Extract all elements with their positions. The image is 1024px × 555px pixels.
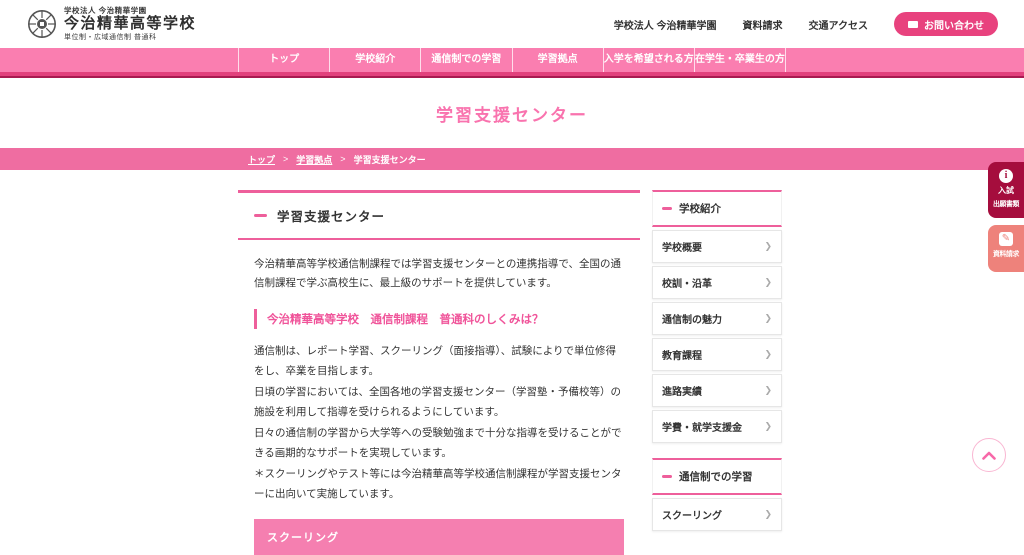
logo-sub-line: 単位制・広域通信制 普通科 bbox=[64, 34, 196, 43]
sidebar: 学校紹介 学校概要 ❯ 校訓・沿革 ❯ 通信制の魅力 ❯ 教育課程 ❯ 進路実績… bbox=[652, 190, 782, 546]
header-link-corp[interactable]: 学校法人 今治精華学園 bbox=[614, 17, 717, 32]
site-header: 学校法人 今治精華学園 今治精華高等学校 単位制・広域通信制 普通科 学校法人 … bbox=[0, 0, 1024, 48]
header-link-material-request[interactable]: 資料請求 bbox=[743, 17, 783, 32]
sidebar-section-header: 学校紹介 bbox=[652, 190, 782, 227]
nav-item-top[interactable]: トップ bbox=[239, 48, 330, 72]
chevron-right-icon: ❯ bbox=[764, 313, 772, 324]
nav-item-prospective-students[interactable]: 入学を希望される方 bbox=[604, 48, 695, 72]
sidebar-item-curriculum[interactable]: 教育課程 ❯ bbox=[652, 338, 782, 371]
chevron-right-icon: ❯ bbox=[764, 385, 772, 396]
pencil-icon: ✎ bbox=[999, 232, 1013, 246]
sidebar-item-schooling[interactable]: スクーリング ❯ bbox=[652, 498, 782, 531]
sidebar-item-correspondence-appeal[interactable]: 通信制の魅力 ❯ bbox=[652, 302, 782, 335]
nav-item-school-intro[interactable]: 学校紹介 bbox=[330, 48, 421, 72]
chevron-right-icon: ❯ bbox=[764, 421, 772, 432]
heading-dash-icon bbox=[662, 207, 672, 210]
intro-paragraph: 今治精華高等学校通信制課程では学習支援センターとの連携指導で、全国の通信制課程で… bbox=[238, 240, 640, 294]
sidebar-item-career-results[interactable]: 進路実績 ❯ bbox=[652, 374, 782, 407]
sub-heading: 今治精華高等学校 通信制課程 普通科のしくみは？ bbox=[254, 309, 624, 329]
chevron-right-icon: ❯ bbox=[764, 241, 772, 252]
breadcrumb: トップ > 学習拠点 > 学習支援センター bbox=[0, 148, 1024, 170]
body-paragraphs: 通信制は、レポート学習、スクーリング（面接指導）、試験によりで単位修得をし、卒業… bbox=[238, 333, 640, 505]
header-link-access[interactable]: 交通アクセス bbox=[809, 17, 869, 32]
body-line: ＊スクーリングやテスト等には今治精華高等学校通信制課程が学習支援センターに出向い… bbox=[254, 464, 624, 505]
nav-item-current-students[interactable]: 在学生・卒業生の方 bbox=[695, 48, 785, 72]
chevron-right-icon: ❯ bbox=[764, 509, 772, 520]
logo-school-name: 今治精華高等学校 bbox=[64, 15, 196, 34]
material-request-button[interactable]: ✎ 資料請求 bbox=[988, 225, 1024, 272]
sidebar-item-label: 学費・就学支援金 bbox=[662, 419, 742, 434]
main-nav: トップ 学校紹介 通信制での学習 学習拠点 入学を希望される方 在学生・卒業生の… bbox=[0, 48, 1024, 72]
admission-button-line2: 出願書類 bbox=[993, 198, 1019, 208]
info-icon: i bbox=[999, 169, 1013, 183]
heading-dash-icon bbox=[662, 475, 672, 478]
contact-button-label: お問い合わせ bbox=[924, 17, 984, 32]
sidebar-section-title: 通信制での学習 bbox=[679, 469, 753, 484]
admission-documents-button[interactable]: i 入試 出願書類 bbox=[988, 162, 1024, 218]
chevron-right-icon: ❯ bbox=[764, 277, 772, 288]
chevron-up-icon bbox=[982, 451, 996, 460]
chevron-right-icon: ❯ bbox=[764, 349, 772, 360]
sidebar-item-label: 学校概要 bbox=[662, 239, 702, 254]
sidebar-section-title: 学校紹介 bbox=[679, 201, 721, 216]
sidebar-section-header: 通信制での学習 bbox=[652, 458, 782, 495]
sidebar-item-label: 校訓・沿革 bbox=[662, 275, 712, 290]
body-line: 日々の通信制の学習から大学等への受験勉強まで十分な指導を受けることができる画期的… bbox=[254, 423, 624, 464]
schooling-banner: スクーリング bbox=[254, 519, 624, 555]
envelope-icon bbox=[908, 21, 918, 28]
main-column: 学習支援センター 今治精華高等学校通信制課程では学習支援センターとの連携指導で、… bbox=[238, 190, 640, 555]
school-crest-icon bbox=[26, 8, 58, 40]
main-nav-menu: トップ 学校紹介 通信制での学習 学習拠点 入学を希望される方 在学生・卒業生の… bbox=[238, 48, 786, 72]
page-title: 学習支援センター bbox=[436, 101, 588, 126]
sidebar-item-label: 進路実績 bbox=[662, 383, 702, 398]
sidebar-item-school-overview[interactable]: 学校概要 ❯ bbox=[652, 230, 782, 263]
nav-item-learning-sites[interactable]: 学習拠点 bbox=[513, 48, 604, 72]
heading-dash-icon bbox=[254, 214, 267, 217]
breadcrumb-link-top[interactable]: トップ bbox=[248, 153, 275, 166]
header-utility-nav: 学校法人 今治精華学園 資料請求 交通アクセス お問い合わせ bbox=[614, 12, 998, 36]
admission-button-line1: 入試 bbox=[998, 185, 1014, 196]
sidebar-item-label: 通信制の魅力 bbox=[662, 311, 722, 326]
content-area: 学習支援センター 今治精華高等学校通信制課程では学習支援センターとの連携指導で、… bbox=[238, 190, 782, 555]
section-heading: 学習支援センター bbox=[238, 190, 640, 240]
breadcrumb-separator: > bbox=[283, 154, 288, 164]
breadcrumb-link-learning-sites[interactable]: 学習拠点 bbox=[296, 153, 332, 166]
breadcrumb-separator: > bbox=[340, 154, 345, 164]
sidebar-item-label: スクーリング bbox=[662, 507, 722, 522]
contact-button[interactable]: お問い合わせ bbox=[894, 12, 998, 36]
sidebar-item-label: 教育課程 bbox=[662, 347, 702, 362]
logo-corp-line: 学校法人 今治精華学園 bbox=[64, 6, 196, 15]
body-line: 日頃の学習においては、全国各地の学習支援センター（学習塾・予備校等）の施設を利用… bbox=[254, 382, 624, 423]
section-heading-label: 学習支援センター bbox=[277, 206, 385, 225]
sidebar-item-tuition-support[interactable]: 学費・就学支援金 ❯ bbox=[652, 410, 782, 443]
sidebar-section-correspondence-learning: 通信制での学習 スクーリング ❯ bbox=[652, 458, 782, 531]
material-request-label: 資料請求 bbox=[993, 248, 1019, 258]
body-line: 通信制は、レポート学習、スクーリング（面接指導）、試験によりで単位修得をし、卒業… bbox=[254, 341, 624, 382]
nav-item-correspondence-learning[interactable]: 通信制での学習 bbox=[421, 48, 512, 72]
sidebar-item-motto-history[interactable]: 校訓・沿革 ❯ bbox=[652, 266, 782, 299]
sidebar-section-school-intro: 学校紹介 学校概要 ❯ 校訓・沿革 ❯ 通信制の魅力 ❯ 教育課程 ❯ 進路実績… bbox=[652, 190, 782, 443]
breadcrumb-current: 学習支援センター bbox=[354, 153, 426, 166]
scroll-to-top-button[interactable] bbox=[972, 438, 1006, 472]
site-logo[interactable]: 学校法人 今治精華学園 今治精華高等学校 単位制・広域通信制 普通科 bbox=[26, 6, 196, 43]
page-title-zone: 学習支援センター bbox=[0, 78, 1024, 148]
